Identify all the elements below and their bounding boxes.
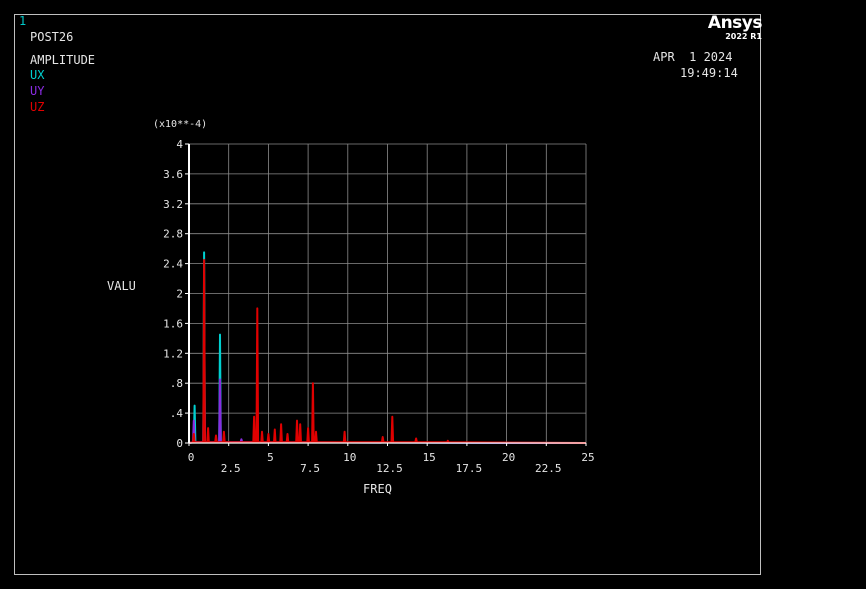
- y-tick-label: 2: [176, 288, 183, 301]
- amplitude-chart: 0 .4 .8 1.2 1.6 2 2.4 2.8 3.2 3.6 4 0 2.5 5 7.5 10 12.5 1…: [107, 119, 595, 496]
- y-tick-label: 1.2: [163, 347, 183, 360]
- y-tick-label: 3.6: [163, 168, 183, 181]
- x-tick-label: 17.5: [456, 462, 483, 475]
- y-axis-multiplier: (x10**-4): [153, 119, 207, 130]
- chart-labels: 0 .4 .8 1.2 1.6 2 2.4 2.8 3.2 3.6 4 0 2.5 5 7.5 10 12.5 1…: [107, 119, 595, 496]
- chart-grid: [189, 143, 587, 443]
- y-axis-label: VALU: [107, 279, 136, 293]
- x-tick-label: 20: [502, 451, 515, 464]
- x-tick-label: 10: [343, 451, 356, 464]
- y-tick-label: .8: [170, 377, 183, 390]
- y-tick-label: 2.4: [163, 258, 183, 271]
- x-tick-label: 12.5: [376, 462, 403, 475]
- y-tick-label: 3.2: [163, 198, 183, 211]
- x-tick-label: 5: [267, 451, 274, 464]
- x-tick-label: 7.5: [300, 462, 320, 475]
- y-tick-label: 4: [176, 138, 183, 151]
- x-tick-label: 25: [581, 451, 594, 464]
- x-tick-label: 22.5: [535, 462, 562, 475]
- y-tick-label: 1.6: [163, 317, 183, 330]
- x-tick-label: 2.5: [221, 462, 241, 475]
- y-tick-label: 2.8: [163, 228, 183, 241]
- x-tick-label: 15: [423, 451, 436, 464]
- y-tick-label: 0: [176, 437, 183, 450]
- x-tick-label: 0: [188, 451, 195, 464]
- y-tick-label: .4: [170, 407, 184, 420]
- x-axis-label: FREQ: [363, 482, 392, 496]
- chart-axes: [185, 143, 587, 446]
